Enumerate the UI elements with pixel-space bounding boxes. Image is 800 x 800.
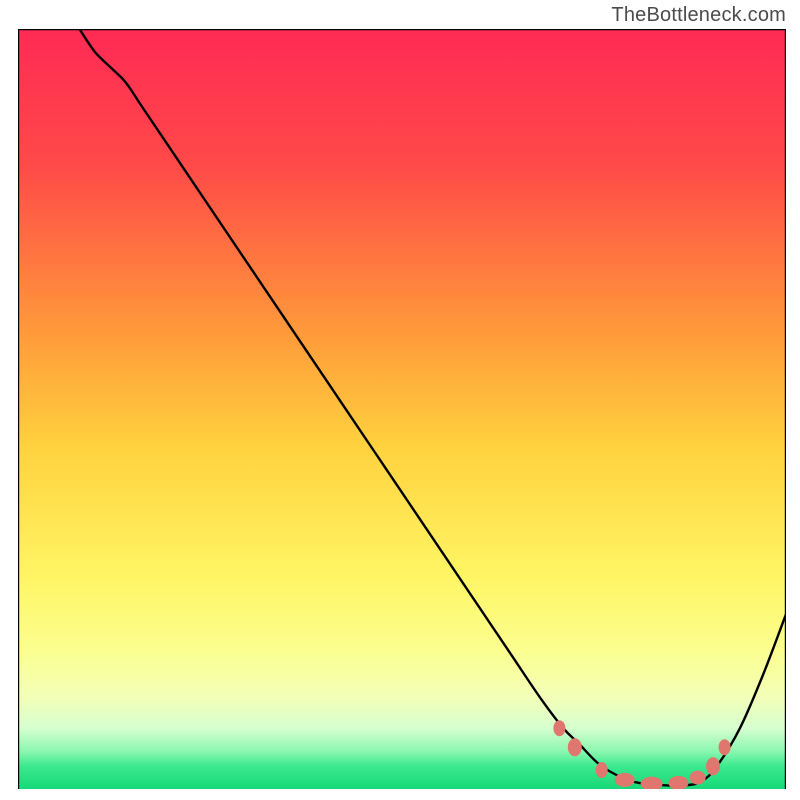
gradient-background <box>18 29 786 789</box>
plot-frame <box>18 29 786 789</box>
highlight-marker <box>615 773 635 787</box>
highlight-marker <box>568 738 582 756</box>
highlight-marker <box>553 720 565 736</box>
highlight-marker <box>719 739 731 755</box>
chart-container: TheBottleneck.com <box>0 0 800 800</box>
highlight-marker <box>690 771 706 785</box>
attribution-label: TheBottleneck.com <box>611 4 786 27</box>
highlight-marker <box>596 762 608 778</box>
highlight-marker <box>706 757 720 775</box>
plot-svg <box>18 29 786 789</box>
